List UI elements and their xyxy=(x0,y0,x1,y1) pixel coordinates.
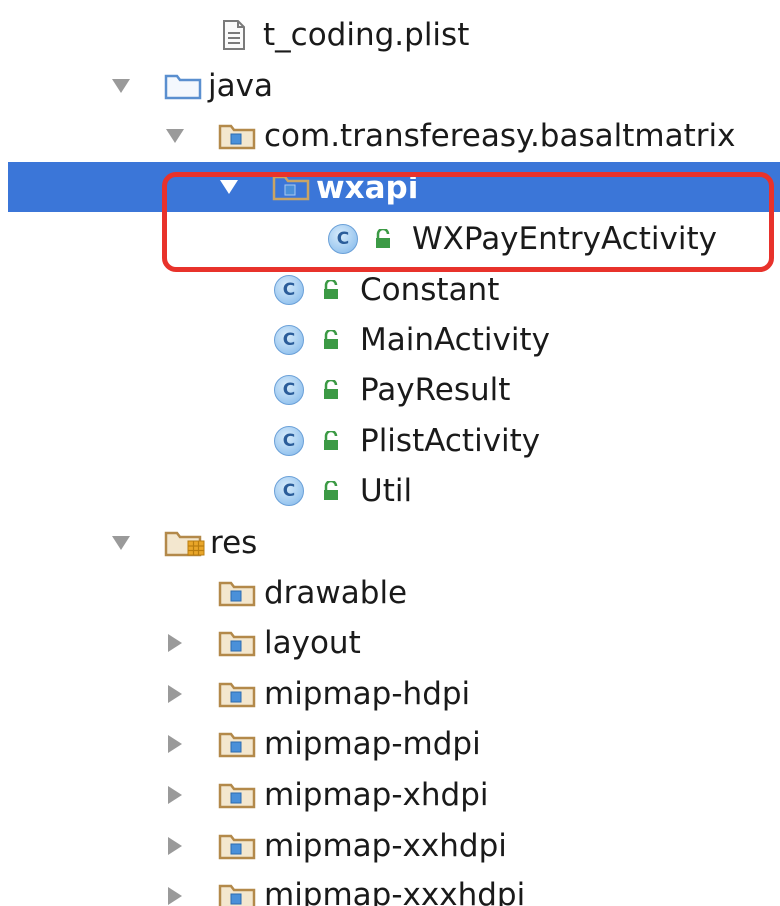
resource-folder-icon xyxy=(164,531,205,557)
tree-item-label: MainActivity xyxy=(360,322,550,358)
tree-item-payresult[interactable]: C PayResult xyxy=(0,364,780,415)
package-icon xyxy=(218,124,256,150)
class-icon: C xyxy=(328,224,358,254)
collapsed-arrow-icon[interactable] xyxy=(168,685,182,703)
tree-item-mipmap-xxhdpi[interactable]: mipmap-xxhdpi xyxy=(0,820,780,871)
tree-item-label: mipmap-xxhdpi xyxy=(264,828,507,864)
class-icon: C xyxy=(274,476,304,506)
tree-item-wxpayentryactivity[interactable]: C WXPayEntryActivity xyxy=(0,213,780,264)
expand-arrow-icon[interactable] xyxy=(112,536,130,550)
folder-icon xyxy=(218,732,256,758)
package-icon xyxy=(272,175,310,201)
unlocked-icon xyxy=(324,380,338,399)
class-icon: C xyxy=(274,375,304,405)
folder-icon xyxy=(218,834,256,860)
tree-item-mainactivity[interactable]: C MainActivity xyxy=(0,314,780,365)
unlocked-icon xyxy=(324,431,338,450)
collapsed-arrow-icon[interactable] xyxy=(168,887,182,905)
tree-item-label: t_coding.plist xyxy=(263,17,470,53)
collapsed-arrow-icon[interactable] xyxy=(168,735,182,753)
folder-icon xyxy=(218,581,256,607)
tree-item-res[interactable]: res xyxy=(0,517,780,568)
tree-item-label: java xyxy=(208,68,273,104)
tree-item-label: Constant xyxy=(360,272,500,308)
expand-arrow-icon[interactable] xyxy=(166,129,184,143)
folder-icon xyxy=(164,74,202,100)
tree-item-t-coding-plist[interactable]: t_coding.plist xyxy=(0,9,780,60)
tree-item-package-basaltmatrix[interactable]: com.transfereasy.basaltmatrix xyxy=(0,110,780,161)
unlocked-icon xyxy=(324,330,338,349)
collapsed-arrow-icon[interactable] xyxy=(168,634,182,652)
tree-item-label: mipmap-xxxhdpi xyxy=(264,877,526,906)
tree-item-constant[interactable]: C Constant xyxy=(0,264,780,315)
tree-item-mipmap-xhdpi[interactable]: mipmap-xhdpi xyxy=(0,769,780,820)
tree-item-label: mipmap-xhdpi xyxy=(264,777,489,813)
tree-item-label: WXPayEntryActivity xyxy=(412,221,717,257)
tree-item-label: com.transfereasy.basaltmatrix xyxy=(264,118,736,154)
expand-arrow-icon[interactable] xyxy=(220,180,238,194)
tree-item-label: res xyxy=(210,525,258,561)
tree-item-label: PlistActivity xyxy=(360,423,541,459)
tree-item-wxapi[interactable]: wxapi xyxy=(8,162,780,212)
folder-icon xyxy=(218,783,256,809)
tree-item-label: wxapi xyxy=(316,170,419,206)
tree-item-mipmap-hdpi[interactable]: mipmap-hdpi xyxy=(0,668,780,719)
unlocked-icon xyxy=(324,280,338,299)
tree-item-label: mipmap-hdpi xyxy=(264,676,471,712)
expand-arrow-icon[interactable] xyxy=(112,79,130,93)
tree-item-label: PayResult xyxy=(360,372,511,408)
tree-item-drawable[interactable]: drawable xyxy=(0,567,780,618)
collapsed-arrow-icon[interactable] xyxy=(168,786,182,804)
folder-icon xyxy=(218,884,256,906)
tree-item-plistactivity[interactable]: C PlistActivity xyxy=(0,415,780,466)
unlocked-icon xyxy=(376,229,390,248)
class-icon: C xyxy=(274,275,304,305)
tree-item-mipmap-xxxhdpi[interactable]: mipmap-xxxhdpi xyxy=(0,870,780,906)
tree-item-layout[interactable]: layout xyxy=(0,617,780,668)
tree-item-mipmap-mdpi[interactable]: mipmap-mdpi xyxy=(0,718,780,769)
class-icon: C xyxy=(274,325,304,355)
folder-icon xyxy=(218,631,256,657)
tree-item-label: drawable xyxy=(264,575,408,611)
file-icon xyxy=(223,20,245,50)
project-tree: t_coding.plist java com.transfereasy.bas… xyxy=(0,0,780,906)
collapsed-arrow-icon[interactable] xyxy=(168,837,182,855)
folder-icon xyxy=(218,682,256,708)
tree-item-util[interactable]: C Util xyxy=(0,465,780,516)
tree-item-java[interactable]: java xyxy=(0,60,780,111)
class-icon: C xyxy=(274,426,304,456)
tree-item-label: mipmap-mdpi xyxy=(264,726,481,762)
tree-item-label: layout xyxy=(264,625,361,661)
unlocked-icon xyxy=(324,481,338,500)
tree-item-label: Util xyxy=(360,473,413,509)
